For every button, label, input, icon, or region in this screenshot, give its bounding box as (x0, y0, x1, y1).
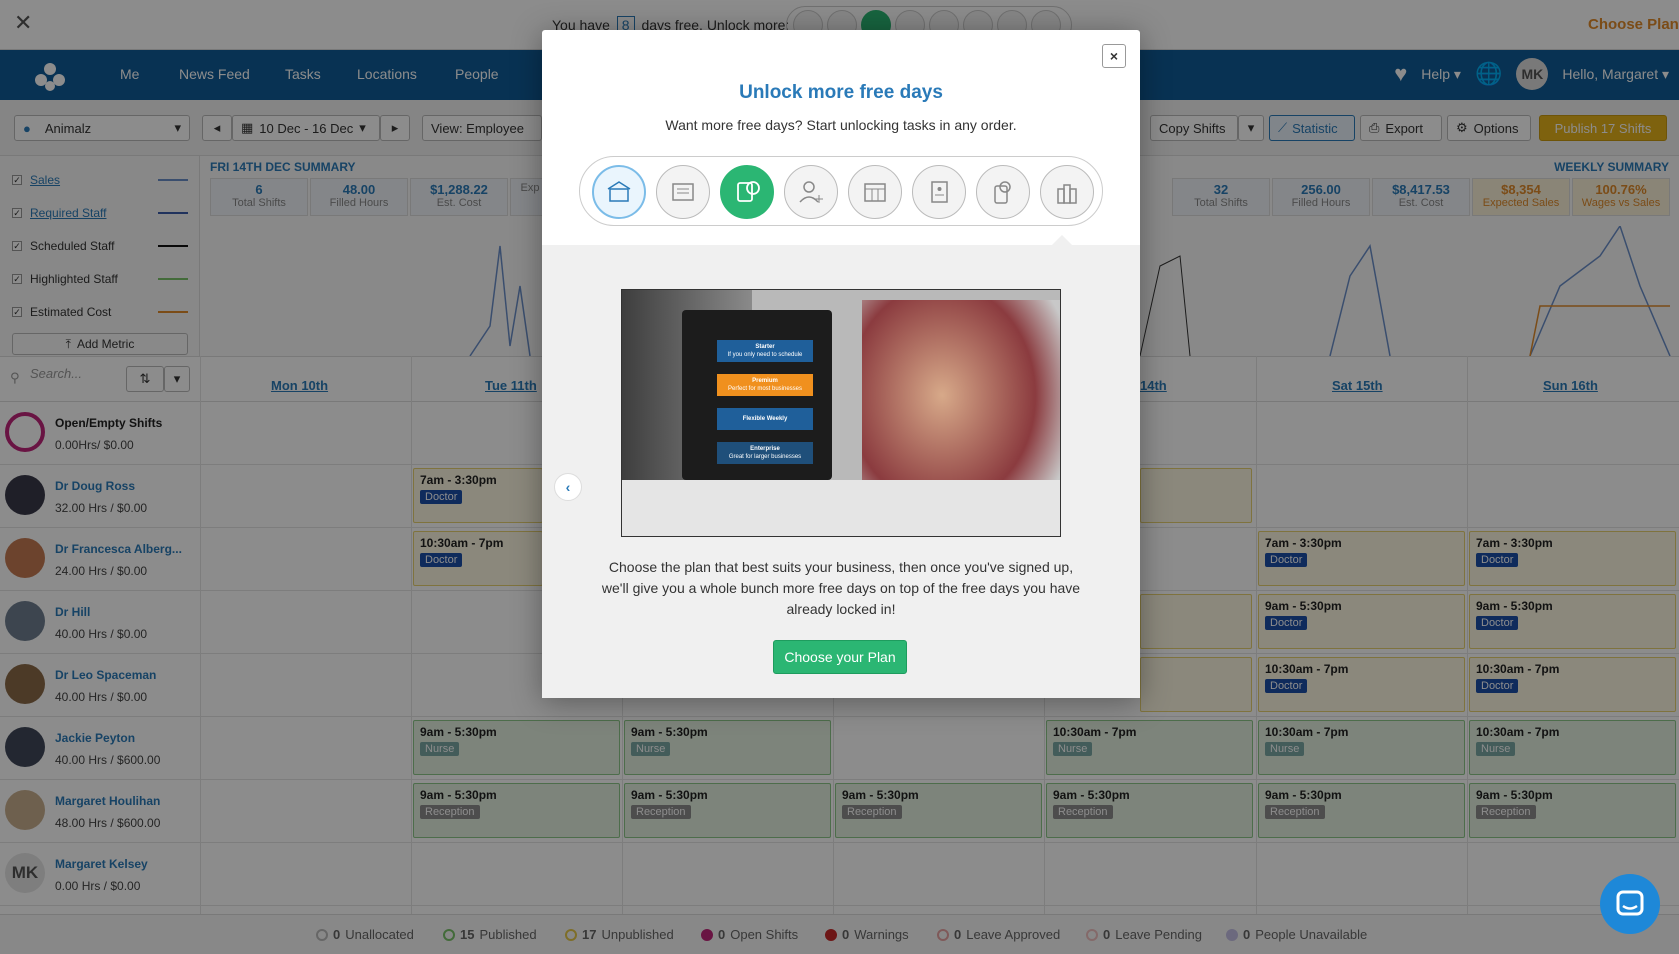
plan-card-starter: Starter If you only need to schedule (717, 340, 813, 362)
form-task-icon[interactable] (656, 165, 710, 219)
plan-card-enterprise: Enterprise Great for larger businesses (717, 442, 813, 464)
document-task-icon[interactable] (912, 165, 966, 219)
slide-description: Choose the plan that best suits your bus… (601, 559, 1081, 617)
modal-body: ‹ Starter If you only need to schedule Pr… (542, 245, 1140, 698)
unlock-days-modal: × Unlock more free days Want more free d… (542, 30, 1140, 698)
location-task-icon[interactable] (592, 165, 646, 219)
unlock-tasks (579, 156, 1103, 226)
tab-pointer (1052, 235, 1072, 245)
plan-card-flexible-weekly: Flexible Weekly (717, 408, 813, 430)
choose-plan-button[interactable]: Choose your Plan (773, 640, 907, 674)
calendar-task-icon[interactable] (848, 165, 902, 219)
modal-title: Unlock more free days (739, 82, 943, 103)
chat-icon (1616, 890, 1644, 916)
chat-task-icon[interactable] (720, 165, 774, 219)
plan-card-premium: Premium Perfect for most businesses (717, 374, 813, 396)
chevron-left-icon[interactable]: ‹ (554, 473, 582, 501)
device-task-icon[interactable] (976, 165, 1030, 219)
close-button[interactable]: × (1102, 44, 1126, 68)
modal-subtitle: Want more free days? Start unlocking tas… (665, 117, 1017, 133)
add-user-task-icon[interactable] (784, 165, 838, 219)
plan-task-icon[interactable] (1040, 165, 1094, 219)
plan-illustration-image: Starter If you only need to schedule Prem… (621, 289, 1061, 537)
chat-launcher-button[interactable] (1600, 874, 1660, 934)
